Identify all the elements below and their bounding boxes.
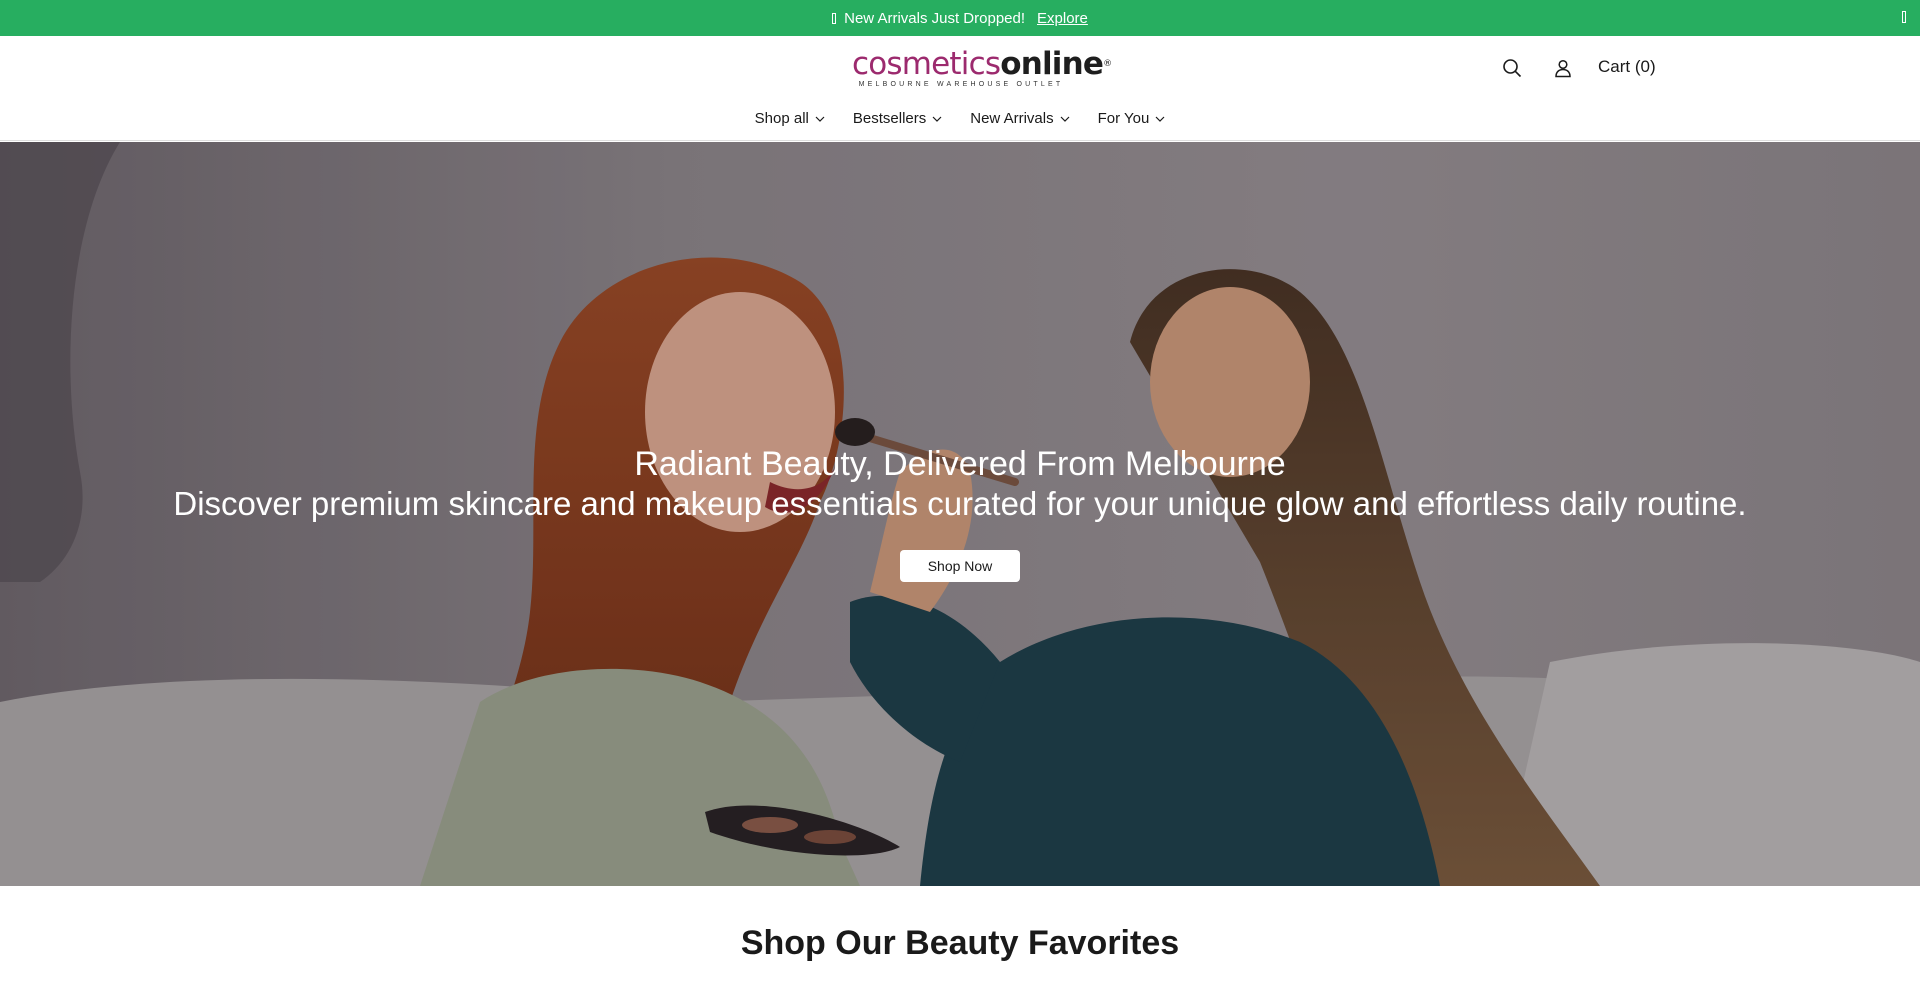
main-nav: Shop all Bestsellers New Arrivals For Yo… xyxy=(0,110,1920,127)
announcement-explore-link[interactable]: Explore xyxy=(1037,10,1088,27)
chevron-down-icon xyxy=(932,116,942,122)
site-header: cosmeticsonline® MELBOURNE WAREHOUSE OUT… xyxy=(0,36,1920,141)
account-icon[interactable] xyxy=(1553,58,1573,78)
logo[interactable]: cosmeticsonline® MELBOURNE WAREHOUSE OUT… xyxy=(852,46,1112,88)
chevron-down-icon xyxy=(815,116,825,122)
announcement-text: New Arrivals Just Dropped! xyxy=(844,9,1026,27)
search-icon[interactable] xyxy=(1502,58,1522,78)
nav-item-new-arrivals[interactable]: New Arrivals xyxy=(970,110,1070,127)
nav-item-bestsellers[interactable]: Bestsellers xyxy=(853,110,942,127)
close-icon[interactable] xyxy=(1902,11,1906,23)
logo-word-online: online xyxy=(1000,46,1104,82)
hero-subtitle: Discover premium skincare and makeup ess… xyxy=(173,485,1747,522)
logo-tagline: MELBOURNE WAREHOUSE OUTLET xyxy=(858,81,1064,88)
announcement-bar: New Arrivals Just Dropped! Explore xyxy=(0,0,1920,36)
chevron-down-icon xyxy=(1060,116,1070,122)
cart-link[interactable]: Cart (0) xyxy=(1598,57,1656,77)
logo-word-cosmetics: cosmetics xyxy=(852,46,1001,82)
nav-item-for-you[interactable]: For You xyxy=(1098,110,1166,127)
hero-title: Radiant Beauty, Delivered From Melbourne xyxy=(634,445,1286,483)
hero-banner: Radiant Beauty, Delivered From Melbourne… xyxy=(0,142,1920,886)
registered-mark: ® xyxy=(1103,59,1112,69)
chevron-down-icon xyxy=(1155,116,1165,122)
section-title: Shop Our Beauty Favorites xyxy=(740,924,1180,962)
gift-icon xyxy=(832,12,837,24)
shop-now-button[interactable]: Shop Now xyxy=(900,550,1020,582)
nav-item-shop-all[interactable]: Shop all xyxy=(755,110,825,127)
